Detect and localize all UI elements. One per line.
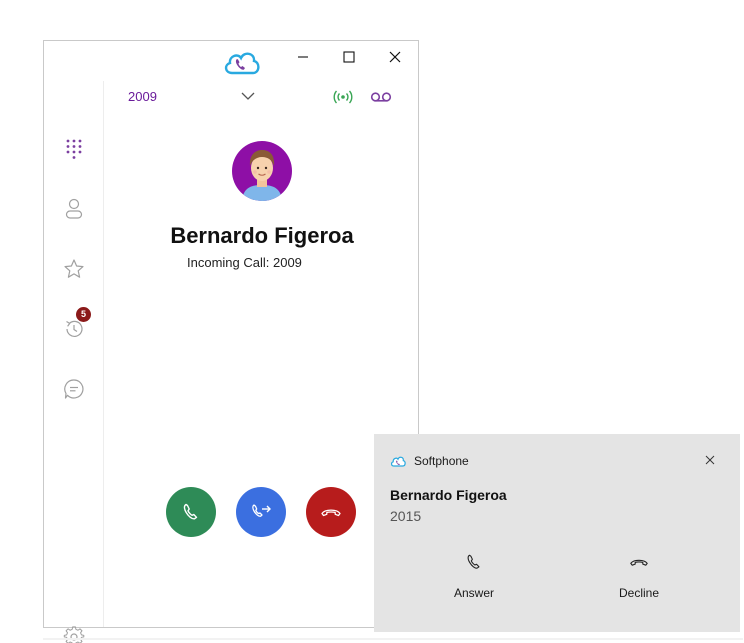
taskbar-edge — [43, 638, 743, 640]
toast-app-name: Softphone — [414, 454, 469, 468]
phone-icon — [183, 503, 198, 520]
title-bar[interactable] — [44, 41, 418, 81]
minimize-icon — [298, 56, 308, 58]
softphone-window: 5 2009 Bernardo Figeroa Incoming Call: 2… — [43, 40, 419, 643]
toast-caller-name: Bernardo Figeroa — [390, 487, 507, 503]
star-icon — [64, 259, 84, 278]
caller-avatar — [232, 141, 292, 201]
toast-caller-number: 2015 — [390, 508, 422, 524]
close-icon — [705, 455, 715, 465]
softphone-logo-icon — [224, 52, 260, 75]
transfer-call-button[interactable] — [236, 487, 286, 537]
sidebar: 5 — [44, 81, 104, 643]
caller-name: Bernardo Figeroa — [170, 223, 354, 248]
toast-answer-button[interactable]: Answer — [414, 552, 534, 608]
sidebar-item-contacts[interactable] — [58, 193, 90, 225]
voicemail-icon[interactable] — [370, 90, 392, 104]
hang-up-icon — [629, 552, 649, 572]
close-button[interactable] — [372, 43, 418, 71]
decline-call-button[interactable] — [306, 487, 356, 537]
answer-call-button[interactable] — [166, 487, 216, 537]
desktop: 5 2009 Bernardo Figeroa Incoming Call: 2… — [0, 0, 744, 643]
incoming-call-toast: Softphone Bernardo Figeroa 2015 Answer D… — [374, 434, 740, 632]
toast-decline-label: Decline — [618, 586, 660, 600]
maximize-icon — [343, 51, 355, 63]
call-status: Incoming Call: 2009 — [187, 255, 302, 270]
maximize-button[interactable] — [326, 43, 372, 71]
extension-selector[interactable]: 2009 — [128, 89, 157, 104]
transfer-icon — [252, 504, 271, 517]
minimize-button[interactable] — [280, 43, 326, 71]
toast-decline-button[interactable]: Decline — [579, 552, 699, 608]
sidebar-item-chat[interactable] — [58, 373, 90, 405]
close-icon — [389, 51, 401, 63]
chevron-down-icon[interactable] — [240, 89, 256, 103]
toast-close-button[interactable] — [702, 452, 718, 468]
sidebar-item-favorites[interactable] — [58, 253, 90, 285]
softphone-logo-icon — [390, 456, 406, 467]
history-badge: 5 — [76, 307, 91, 322]
person-avatar-icon — [242, 150, 282, 201]
gear-icon — [63, 626, 85, 643]
hang-up-icon — [321, 509, 341, 517]
sidebar-item-dialpad[interactable] — [58, 133, 90, 165]
toast-answer-label: Answer — [453, 586, 494, 600]
person-icon — [65, 198, 83, 219]
chat-icon — [64, 379, 84, 399]
dialpad-icon — [66, 139, 82, 159]
signal-icon[interactable] — [332, 89, 354, 105]
sidebar-item-history[interactable]: 5 — [58, 307, 91, 345]
phone-icon — [464, 552, 484, 572]
